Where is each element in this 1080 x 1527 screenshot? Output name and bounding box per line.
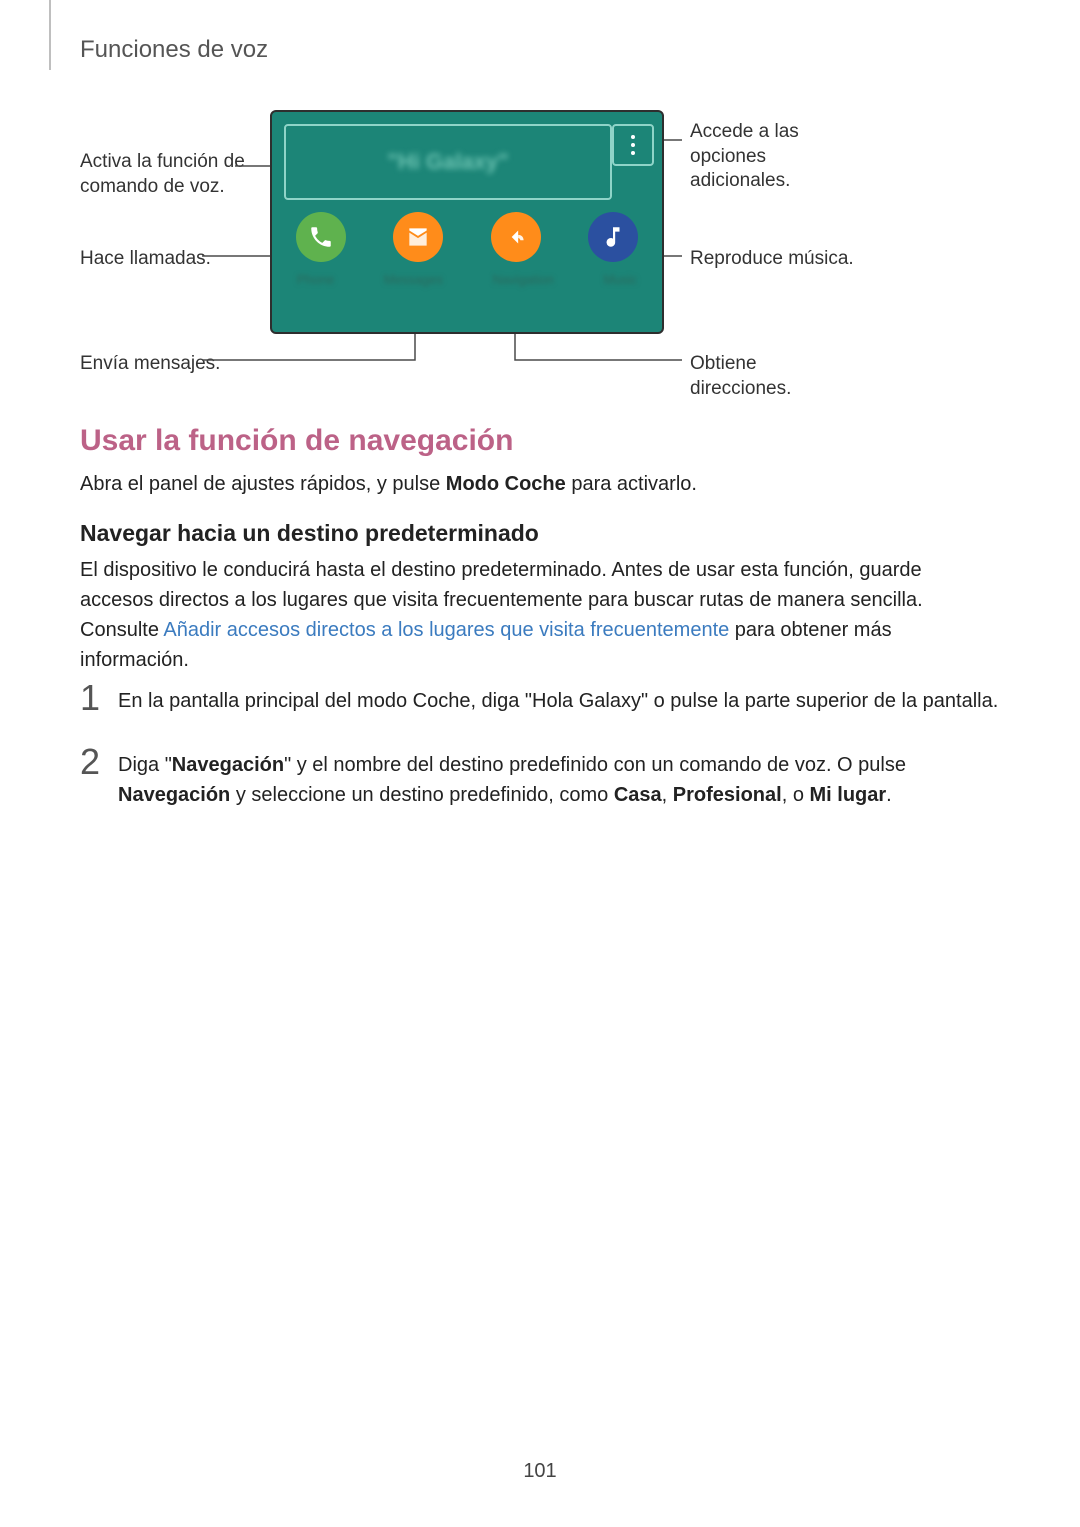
text: para activarlo. (566, 473, 697, 495)
envelope-icon (405, 224, 431, 250)
bold-text: Mi lugar (810, 784, 887, 806)
step-text: Diga "Navegación" y el nombre del destin… (118, 744, 1000, 810)
callout-music: Reproduce música. (690, 247, 854, 272)
label-phone: Phone (297, 272, 335, 287)
text: . (886, 784, 892, 806)
page-number: 101 (0, 1460, 1080, 1483)
music-button (588, 212, 638, 262)
text: , (662, 784, 673, 806)
label-messages: Messages (384, 272, 443, 287)
more-options-button (612, 124, 654, 166)
dots-icon (631, 143, 635, 147)
callout-calls: Hace llamadas. (80, 247, 211, 272)
margin-rule (49, 0, 51, 70)
voice-command-banner: "Hi Galaxy" (284, 124, 612, 200)
subsection-body: El dispositivo le conducirá hasta el des… (80, 555, 1000, 675)
step-text: En la pantalla principal del modo Coche,… (118, 680, 998, 716)
page-header: Funciones de voz (80, 36, 268, 64)
dots-icon (631, 135, 635, 139)
section-heading: Usar la función de navegación (80, 424, 513, 458)
bold-text: Navegación (118, 784, 230, 806)
text: Diga " (118, 754, 172, 776)
step-number: 1 (80, 680, 118, 716)
navigation-button (491, 212, 541, 262)
text: " y el nombre del destino predefinido co… (284, 754, 906, 776)
text: , o (782, 784, 810, 806)
callout-options: Accede a las opciones adicionales. (690, 120, 860, 194)
cross-reference-link[interactable]: Añadir accesos directos a los lugares qu… (163, 619, 729, 641)
callout-voice: Activa la función de comando de voz. (80, 150, 250, 199)
app-labels-row: Phone Messages Navigation Music (272, 272, 662, 287)
step-1: 1 En la pantalla principal del modo Coch… (80, 680, 1000, 716)
step-number: 2 (80, 744, 118, 780)
phone-button (296, 212, 346, 262)
app-shortcut-row (272, 212, 662, 262)
voice-hint-text: "Hi Galaxy" (387, 149, 508, 175)
section-intro: Abra el panel de ajustes rápidos, y puls… (80, 470, 1000, 499)
label-music: Music (603, 272, 637, 287)
messages-button (393, 212, 443, 262)
bold-text: Casa (614, 784, 662, 806)
bold-text: Profesional (673, 784, 782, 806)
label-navigation: Navigation (492, 272, 553, 287)
text: y seleccione un destino predefinido, com… (230, 784, 614, 806)
text: Abra el panel de ajustes rápidos, y puls… (80, 473, 446, 495)
subsection-heading: Navegar hacia un destino predeterminado (80, 520, 539, 547)
bold-text: Modo Coche (446, 473, 566, 495)
step-2: 2 Diga "Navegación" y el nombre del dest… (80, 744, 1000, 810)
car-mode-diagram: Activa la función de comando de voz. Acc… (80, 110, 1000, 380)
arrow-back-icon (503, 224, 529, 250)
steps-list: 1 En la pantalla principal del modo Coch… (80, 680, 1000, 838)
car-mode-screen: "Hi Galaxy" (270, 110, 664, 334)
music-note-icon (600, 224, 626, 250)
bold-text: Navegación (172, 754, 284, 776)
dots-icon (631, 151, 635, 155)
callout-dir: Obtiene direcciones. (690, 352, 860, 401)
phone-icon (308, 224, 334, 250)
callout-msg: Envía mensajes. (80, 352, 220, 377)
